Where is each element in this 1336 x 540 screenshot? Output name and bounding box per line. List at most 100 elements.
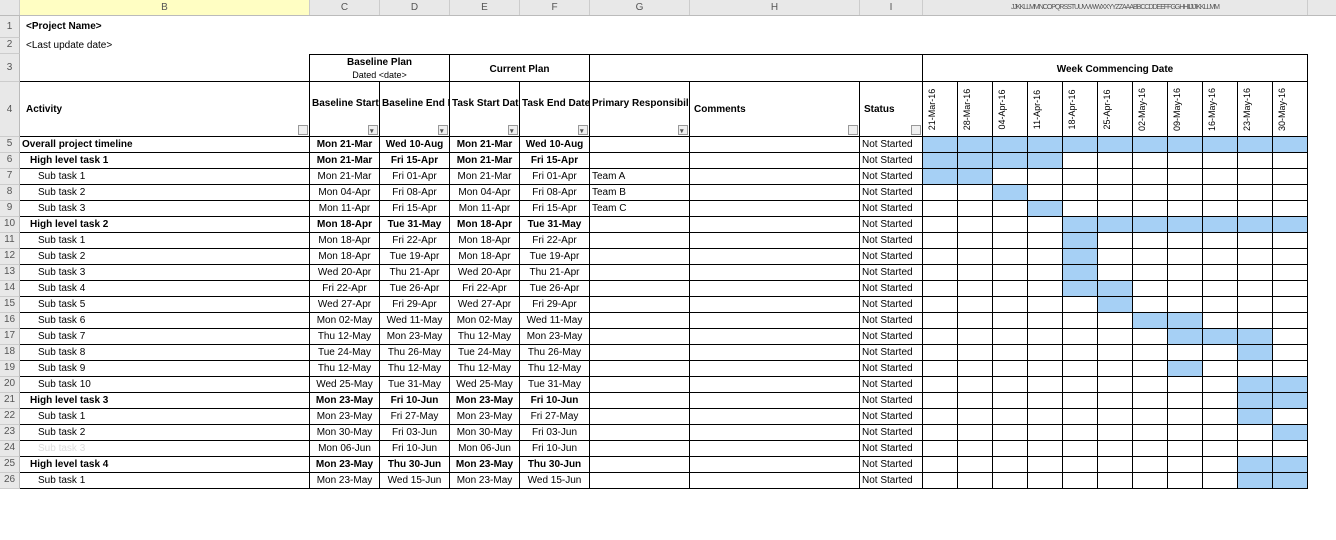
week-date-header[interactable]: 30-May-16: [1273, 82, 1308, 137]
gantt-cell[interactable]: [993, 425, 1028, 441]
status-cell[interactable]: Not Started: [860, 265, 923, 281]
primary-resp-cell[interactable]: [590, 313, 690, 329]
gantt-cell[interactable]: [1273, 169, 1308, 185]
task-end-cell[interactable]: Fri 10-Jun: [520, 441, 590, 457]
primary-resp-cell[interactable]: [590, 281, 690, 297]
gantt-cell[interactable]: [993, 345, 1028, 361]
task-end-cell[interactable]: Fri 22-Apr: [520, 233, 590, 249]
task-start-cell[interactable]: Thu 12-May: [450, 361, 520, 377]
gantt-cell[interactable]: [923, 313, 958, 329]
activity-cell[interactable]: Sub task 2: [20, 249, 310, 265]
gantt-cell[interactable]: [1238, 265, 1273, 281]
gantt-cell[interactable]: [1063, 153, 1098, 169]
gantt-cell[interactable]: [1028, 297, 1063, 313]
gantt-cell[interactable]: [1133, 137, 1168, 153]
col-header-C[interactable]: C: [310, 0, 380, 15]
baseline-start-cell[interactable]: Mon 18-Apr: [310, 233, 380, 249]
baseline-start-cell[interactable]: Mon 23-May: [310, 393, 380, 409]
gantt-cell[interactable]: [1098, 185, 1133, 201]
baseline-end-cell[interactable]: Thu 26-May: [380, 345, 450, 361]
baseline-start-cell[interactable]: Mon 21-Mar: [310, 153, 380, 169]
task-start-cell[interactable]: Mon 21-Mar: [450, 137, 520, 153]
status-cell[interactable]: Not Started: [860, 377, 923, 393]
gantt-cell[interactable]: [1273, 217, 1308, 233]
gantt-cell[interactable]: [1028, 329, 1063, 345]
baseline-start-cell[interactable]: Mon 02-May: [310, 313, 380, 329]
task-start-cell[interactable]: Mon 04-Apr: [450, 185, 520, 201]
gantt-cell[interactable]: [923, 265, 958, 281]
gantt-cell[interactable]: [993, 361, 1028, 377]
status-cell[interactable]: Not Started: [860, 201, 923, 217]
gantt-cell[interactable]: [1028, 361, 1063, 377]
gantt-cell[interactable]: [958, 185, 993, 201]
table-row[interactable]: 8Sub task 2Mon 04-AprFri 08-AprMon 04-Ap…: [0, 185, 1336, 201]
task-start-cell[interactable]: Mon 18-Apr: [450, 217, 520, 233]
gantt-cell[interactable]: [993, 473, 1028, 489]
status-cell[interactable]: Not Started: [860, 409, 923, 425]
gantt-cell[interactable]: [1168, 217, 1203, 233]
gantt-cell[interactable]: [1098, 169, 1133, 185]
week-date-header[interactable]: 04-Apr-16: [993, 82, 1028, 137]
gantt-cell[interactable]: [923, 329, 958, 345]
row-1[interactable]: 1 <Project Name>: [0, 16, 1336, 38]
gantt-cell[interactable]: [923, 233, 958, 249]
row-header[interactable]: 12: [0, 249, 20, 265]
gantt-cell[interactable]: [1203, 313, 1238, 329]
row-header[interactable]: 8: [0, 185, 20, 201]
gantt-cell[interactable]: [1098, 217, 1133, 233]
row-header-2[interactable]: 2: [0, 38, 20, 54]
baseline-start-cell[interactable]: Wed 20-Apr: [310, 265, 380, 281]
task-start-cell[interactable]: Wed 20-Apr: [450, 265, 520, 281]
gantt-cell[interactable]: [1098, 137, 1133, 153]
status-cell[interactable]: Not Started: [860, 345, 923, 361]
gantt-cell[interactable]: [1168, 249, 1203, 265]
gantt-cell[interactable]: [1238, 153, 1273, 169]
gantt-cell[interactable]: [1063, 361, 1098, 377]
row-header[interactable]: 6: [0, 153, 20, 169]
gantt-cell[interactable]: [1238, 409, 1273, 425]
gantt-cell[interactable]: [923, 217, 958, 233]
task-end-cell[interactable]: Fri 27-May: [520, 409, 590, 425]
gantt-cell[interactable]: [1098, 377, 1133, 393]
gantt-cell[interactable]: [1063, 169, 1098, 185]
gantt-cell[interactable]: [993, 377, 1028, 393]
gantt-cell[interactable]: [1098, 457, 1133, 473]
gantt-cell[interactable]: [1203, 457, 1238, 473]
comments-cell[interactable]: [690, 377, 860, 393]
comments-cell[interactable]: [690, 249, 860, 265]
baseline-end-cell[interactable]: Fri 27-May: [380, 409, 450, 425]
task-start-cell[interactable]: Mon 18-Apr: [450, 249, 520, 265]
status-cell[interactable]: Not Started: [860, 281, 923, 297]
gantt-cell[interactable]: [1063, 249, 1098, 265]
gantt-cell[interactable]: [1063, 377, 1098, 393]
comments-cell[interactable]: [690, 217, 860, 233]
gantt-cell[interactable]: [1273, 425, 1308, 441]
primary-resp-cell[interactable]: [590, 377, 690, 393]
row-header[interactable]: 25: [0, 457, 20, 473]
task-start-cell[interactable]: Fri 22-Apr: [450, 281, 520, 297]
task-end-cell[interactable]: Wed 11-May: [520, 313, 590, 329]
task-end-header[interactable]: Task End Date: [520, 82, 590, 137]
gantt-cell[interactable]: [958, 217, 993, 233]
activity-cell[interactable]: Sub task 2: [20, 185, 310, 201]
gantt-cell[interactable]: [1203, 393, 1238, 409]
gantt-cell[interactable]: [1133, 265, 1168, 281]
table-row[interactable]: 23Sub task 2Mon 30-MayFri 03-JunMon 30-M…: [0, 425, 1336, 441]
baseline-end-cell[interactable]: Wed 11-May: [380, 313, 450, 329]
comments-cell[interactable]: [690, 441, 860, 457]
gantt-cell[interactable]: [1273, 201, 1308, 217]
gantt-cell[interactable]: [1098, 329, 1133, 345]
gantt-cell[interactable]: [923, 441, 958, 457]
gantt-cell[interactable]: [1133, 393, 1168, 409]
gantt-cell[interactable]: [923, 169, 958, 185]
task-end-cell[interactable]: Fri 10-Jun: [520, 393, 590, 409]
activity-cell[interactable]: Sub task 3: [20, 265, 310, 281]
gantt-cell[interactable]: [1168, 281, 1203, 297]
task-start-cell[interactable]: Mon 11-Apr: [450, 201, 520, 217]
gantt-cell[interactable]: [958, 345, 993, 361]
table-row[interactable]: 7Sub task 1Mon 21-MarFri 01-AprMon 21-Ma…: [0, 169, 1336, 185]
comments-cell[interactable]: [690, 169, 860, 185]
table-row[interactable]: 16Sub task 6Mon 02-MayWed 11-MayMon 02-M…: [0, 313, 1336, 329]
status-cell[interactable]: Not Started: [860, 185, 923, 201]
gantt-cell[interactable]: [1028, 345, 1063, 361]
